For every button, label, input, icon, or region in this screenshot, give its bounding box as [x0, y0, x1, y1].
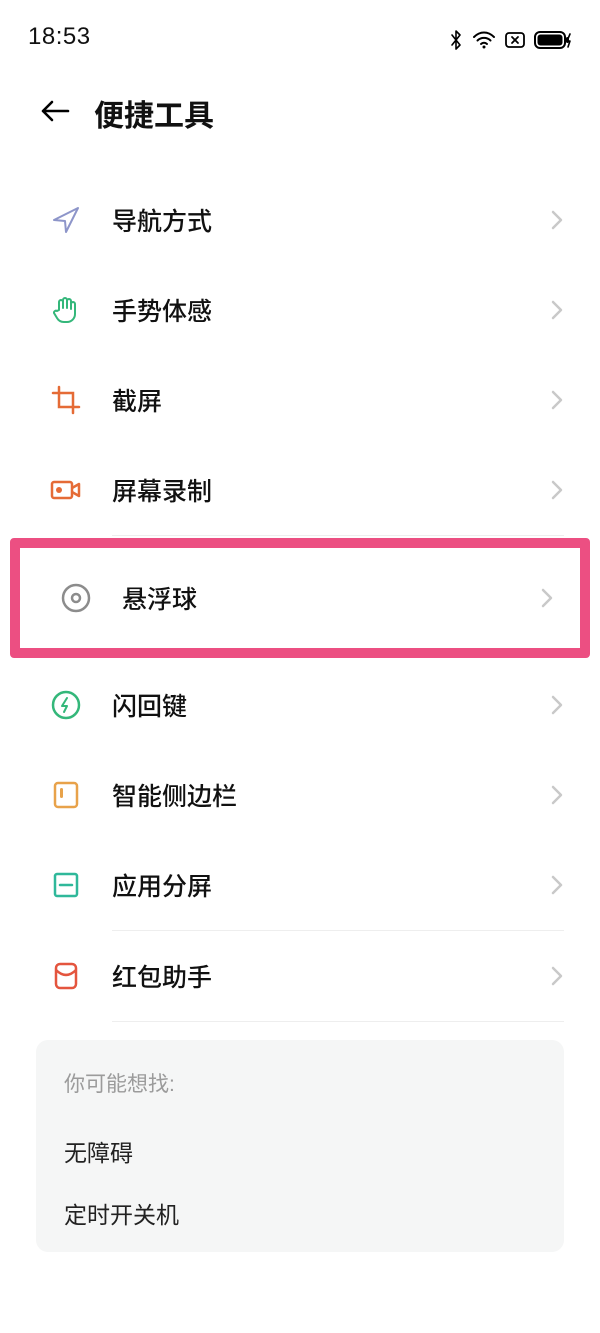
row-screenshot[interactable]: 截屏 [0, 355, 600, 445]
divider [112, 535, 564, 536]
crop-icon [48, 382, 84, 418]
wifi-icon [472, 30, 496, 50]
row-float-ball[interactable]: 悬浮球 [20, 548, 580, 648]
chevron-right-icon [550, 874, 564, 896]
video-record-icon [48, 472, 84, 508]
status-time: 18:53 [28, 23, 91, 51]
row-label: 智能侧边栏 [112, 777, 550, 813]
suggestion-heading: 你可能想找: [64, 1068, 536, 1098]
back-icon[interactable] [40, 99, 70, 128]
settings-list: 导航方式 手势体感 截屏 屏幕录制 悬浮球 [0, 175, 600, 1022]
flashback-icon [48, 687, 84, 723]
row-screen-record[interactable]: 屏幕录制 [0, 445, 600, 535]
row-label: 闪回键 [112, 687, 550, 723]
hand-icon [48, 292, 84, 328]
redpacket-icon [48, 958, 84, 994]
divider [112, 1021, 564, 1022]
row-gesture[interactable]: 手势体感 [0, 265, 600, 355]
suggestion-item[interactable]: 定时开关机 [64, 1182, 536, 1244]
suggestion-box: 你可能想找: 无障碍 定时开关机 [36, 1040, 564, 1252]
row-redpacket[interactable]: 红包助手 [0, 931, 600, 1021]
battery-icon [534, 30, 572, 50]
row-label: 截屏 [112, 382, 550, 418]
chevron-right-icon [550, 389, 564, 411]
row-split-screen[interactable]: 应用分屏 [0, 840, 600, 930]
nav-arrow-icon [48, 202, 84, 238]
row-label: 屏幕录制 [112, 472, 550, 508]
suggestion-item[interactable]: 无障碍 [64, 1120, 536, 1182]
row-label: 红包助手 [112, 958, 550, 994]
chevron-right-icon [550, 965, 564, 987]
chevron-right-icon [550, 299, 564, 321]
float-ball-icon [58, 580, 94, 616]
chevron-right-icon [550, 694, 564, 716]
status-icons [448, 29, 572, 51]
page-header: 便捷工具 [0, 55, 600, 145]
highlight-box: 悬浮球 [10, 538, 590, 658]
chevron-right-icon [550, 209, 564, 231]
row-label: 手势体感 [112, 292, 550, 328]
chevron-right-icon [540, 587, 554, 609]
row-label: 应用分屏 [112, 867, 550, 903]
chevron-right-icon [550, 784, 564, 806]
row-flashback[interactable]: 闪回键 [0, 660, 600, 750]
page-title: 便捷工具 [94, 91, 214, 135]
bluetooth-icon [448, 29, 464, 51]
row-smart-sidebar[interactable]: 智能侧边栏 [0, 750, 600, 840]
x-box-icon [504, 30, 526, 50]
status-bar: 18:53 [0, 0, 600, 55]
chevron-right-icon [550, 479, 564, 501]
row-label: 悬浮球 [122, 580, 540, 616]
row-nav-mode[interactable]: 导航方式 [0, 175, 600, 265]
split-screen-icon [48, 867, 84, 903]
row-label: 导航方式 [112, 202, 550, 238]
sidebar-icon [48, 777, 84, 813]
